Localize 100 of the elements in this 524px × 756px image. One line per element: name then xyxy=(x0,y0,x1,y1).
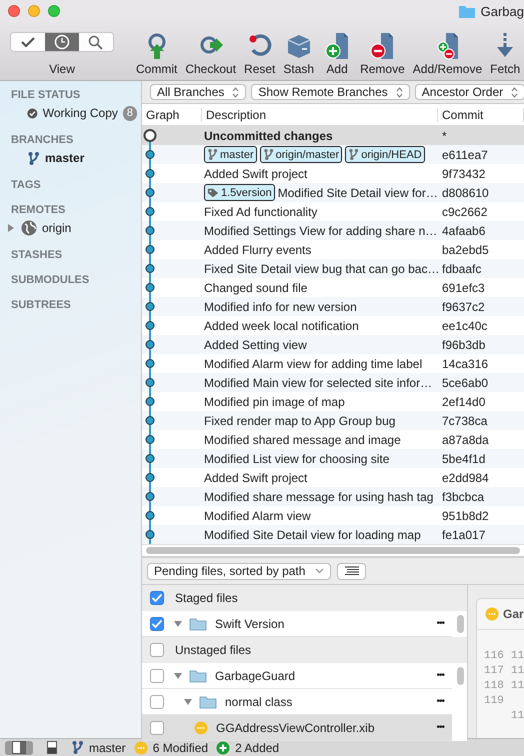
section-header[interactable]: SUBTREES xyxy=(0,297,141,313)
graph-node xyxy=(143,221,157,240)
more-button[interactable]: ••• xyxy=(436,670,444,681)
graph-node xyxy=(143,411,157,430)
toolbar-button[interactable]: Fetch xyxy=(486,30,524,76)
section-header[interactable]: BRANCHES xyxy=(0,132,141,148)
modified-count: 6 Modified xyxy=(152,740,208,754)
branch-label[interactable]: origin/master xyxy=(260,146,342,163)
checkbox[interactable] xyxy=(150,591,164,605)
checkbox[interactable] xyxy=(150,694,164,708)
clock-icon xyxy=(53,34,71,50)
commit-message: Modified info for new version xyxy=(204,300,357,314)
section-header[interactable]: REMOTES xyxy=(0,202,141,218)
window-control[interactable] xyxy=(28,5,40,17)
window-control[interactable] xyxy=(8,5,20,17)
added-icon xyxy=(216,740,230,754)
commit-message: Changed sound file xyxy=(204,280,308,294)
disclosure-triangle[interactable] xyxy=(184,698,192,704)
commit-hash: ee1c40c xyxy=(441,318,488,334)
file-name: normal class xyxy=(225,694,292,708)
file-name: Swift Version xyxy=(215,616,284,630)
disclosure-triangle[interactable] xyxy=(8,224,14,232)
section-header[interactable]: SUBMODULES xyxy=(0,272,141,288)
graph-node xyxy=(143,506,157,525)
graph-node xyxy=(143,297,157,316)
toolbar-button[interactable]: Remove xyxy=(356,30,409,76)
line-number: 11 xyxy=(511,710,524,724)
check-icon xyxy=(19,34,37,50)
list-view-button[interactable] xyxy=(337,562,366,580)
commit-hash: 4afaab6 xyxy=(441,222,486,240)
graph-node xyxy=(143,202,157,221)
sidebar-item[interactable]: Working Copy 8 xyxy=(0,103,141,123)
more-button[interactable]: ••• xyxy=(436,722,444,733)
toolbar-button[interactable]: Commit xyxy=(132,30,182,76)
section-header[interactable]: FILE STATUS xyxy=(0,87,141,103)
sidebar-item[interactable]: origin xyxy=(0,218,141,238)
toolbar-button[interactable]: Stash xyxy=(279,30,318,76)
branch-label[interactable]: origin/HEAD xyxy=(345,146,425,163)
tag-label[interactable]: 1.5version xyxy=(204,184,275,201)
commit-hash: fdbaafc xyxy=(441,260,482,278)
filter-dropdown[interactable]: Ancestor Order xyxy=(414,84,524,100)
commit-message: Modified shared message and image xyxy=(204,432,401,446)
section-header[interactable]: TAGS xyxy=(0,177,141,193)
commit-message: Modified pin image of map xyxy=(204,394,345,408)
branch-label[interactable]: master xyxy=(204,146,257,163)
section-header[interactable]: STASHES xyxy=(0,247,141,263)
commit-hash: * xyxy=(441,128,448,144)
commit-message: Fixed Ad functionality xyxy=(204,204,318,218)
commit-message: Added Swift project xyxy=(204,470,308,484)
checkbox[interactable] xyxy=(150,643,164,657)
window-control[interactable] xyxy=(48,5,60,17)
window-title: Garbag xyxy=(480,4,524,18)
graph-node xyxy=(143,316,157,335)
more-button[interactable]: ••• xyxy=(436,696,444,707)
scrollbar-thumb[interactable] xyxy=(146,547,520,554)
filter-dropdown[interactable]: Show Remote Branches xyxy=(251,84,410,100)
graph-node xyxy=(143,240,157,259)
commit-hash: f9637c2 xyxy=(441,298,486,316)
chevron-icon xyxy=(315,568,324,574)
file-row[interactable]: GGAddressViewController.xib ••• xyxy=(142,715,452,741)
added-count: 2 Added xyxy=(235,740,280,754)
scrollbar-thumb[interactable] xyxy=(457,615,464,633)
modified-icon xyxy=(194,720,208,734)
panel-layout-icon xyxy=(45,741,59,754)
disclosure-triangle[interactable] xyxy=(174,672,182,678)
stepper-icon xyxy=(511,86,518,98)
sidebar-layout-icon xyxy=(12,741,26,754)
toolbar-button[interactable]: Add xyxy=(318,30,356,76)
layout-button[interactable] xyxy=(5,740,33,754)
folder-icon xyxy=(199,694,217,708)
toolbar-button[interactable]: Checkout xyxy=(181,30,240,76)
checkbox[interactable] xyxy=(150,616,164,630)
column-header[interactable]: Commit xyxy=(438,108,524,122)
line-number: 11 xyxy=(511,680,524,694)
disclosure-triangle[interactable] xyxy=(174,620,182,626)
line-number: 117 xyxy=(484,665,505,679)
checkbox[interactable] xyxy=(150,720,164,734)
sort-dropdown[interactable]: Pending files, sorted by path xyxy=(147,562,332,580)
graph-node xyxy=(143,278,157,297)
graph-node xyxy=(143,164,157,183)
graph-node xyxy=(143,354,157,373)
column-header[interactable]: Description xyxy=(202,108,438,122)
commit-hash: e611ea7 xyxy=(441,146,489,164)
scrollbar-thumb[interactable] xyxy=(457,667,464,685)
commit-message: Added Setting view xyxy=(204,338,307,352)
graph-node xyxy=(143,335,157,354)
branch-icon xyxy=(71,740,84,755)
line-number: 11 xyxy=(511,650,524,664)
column-header[interactable]: Graph xyxy=(142,108,202,122)
checkbox[interactable] xyxy=(150,668,164,682)
filter-dropdown[interactable]: All Branches xyxy=(150,84,246,100)
search-icon xyxy=(87,34,105,50)
view-tab[interactable] xyxy=(45,33,79,51)
toolbar-button[interactable]: Reset xyxy=(240,30,280,76)
more-button[interactable]: ••• xyxy=(436,618,444,629)
sidebar-item[interactable]: master xyxy=(0,148,141,168)
graph-node xyxy=(143,525,157,544)
toolbar-button[interactable]: Add/Remove xyxy=(408,30,486,76)
view-switcher[interactable] xyxy=(10,32,114,52)
line-number: 118 xyxy=(484,680,505,694)
